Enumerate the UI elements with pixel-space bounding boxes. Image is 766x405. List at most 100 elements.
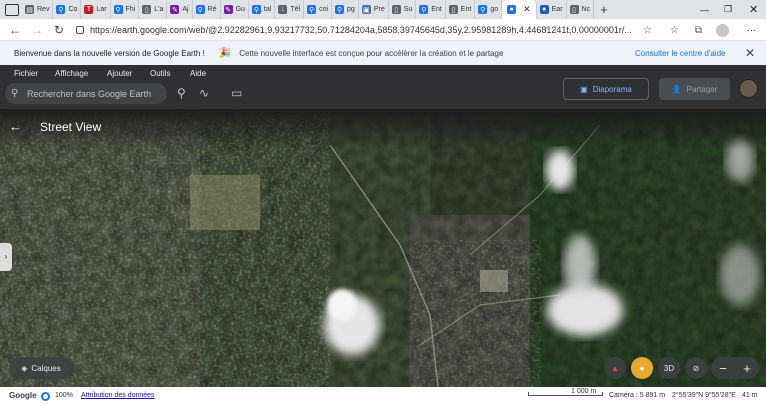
- tab-10[interactable]: ⚲ coi: [304, 0, 333, 19]
- tab-label: Tél: [290, 6, 301, 13]
- more-menu-icon[interactable]: ···: [745, 24, 758, 37]
- menu-affichage[interactable]: Affichage: [55, 69, 88, 78]
- tab-5[interactable]: ✎ Aj: [167, 0, 193, 19]
- banner-close-icon[interactable]: ✕: [745, 46, 755, 60]
- layers-button[interactable]: ◈ Calques: [9, 357, 73, 379]
- tab-strip: ▤ Rev ⚲ Co T Lar ⚲ Fhi ▯ L'a ✎ Aj ⚲ Ré ✎ Gu ⚲ tal ↓ Tél ⚲ coi…: [0, 0, 766, 19]
- view-3d-label: 3D: [663, 363, 675, 373]
- search-icon: ⚲: [419, 5, 429, 14]
- pegman-icon[interactable]: ●: [631, 357, 653, 379]
- back-arrow-icon[interactable]: ←: [4, 23, 26, 37]
- new-tab-plus-icon[interactable]: +: [600, 2, 608, 17]
- menu-fichier[interactable]: Fichier: [14, 69, 38, 78]
- collections-icon[interactable]: ⧉: [692, 24, 705, 37]
- search-icon: ⚲: [56, 5, 66, 14]
- close-window-icon[interactable]: ✕: [749, 0, 758, 19]
- help-center-link[interactable]: Consulter le centre d'aide: [635, 49, 725, 58]
- doc-icon: ▯: [391, 5, 401, 14]
- tab-11[interactable]: ⚲ pg: [332, 0, 359, 19]
- earth-app: Fichier Affichage Ajouter Outils Aide ⚲ …: [0, 65, 766, 405]
- tab-label: go: [490, 6, 499, 13]
- favorite-star-icon[interactable]: ☆: [641, 24, 654, 37]
- menu-aide[interactable]: Aide: [190, 69, 206, 78]
- attribution-link[interactable]: Attribution des données: [81, 392, 155, 399]
- add-person-icon: 👤: [671, 84, 682, 94]
- menu-ajouter[interactable]: Ajouter: [107, 69, 132, 78]
- tab-1[interactable]: ⚲ Co: [53, 0, 82, 19]
- tab-12[interactable]: ▣ Pre: [359, 0, 389, 19]
- tab-3[interactable]: ⚲ Fhi: [111, 0, 140, 19]
- tab-6[interactable]: ⚲ Ré: [193, 0, 221, 19]
- side-panel-toggle[interactable]: ›: [0, 243, 12, 271]
- window-menu-icon[interactable]: [5, 3, 19, 16]
- tab-2[interactable]: T Lar: [81, 0, 111, 19]
- tab-label: Ear: [551, 6, 563, 13]
- search-icon: ⚲: [195, 5, 205, 14]
- tab-label: tal: [263, 6, 272, 13]
- close-tab-icon[interactable]: ✕: [523, 4, 531, 15]
- zoom-in-icon[interactable]: +: [743, 361, 751, 376]
- tab-label: coi: [319, 6, 329, 13]
- layers-icon: ◈: [21, 363, 28, 373]
- tab-9[interactable]: ↓ Tél: [275, 0, 305, 19]
- profile-avatar[interactable]: [716, 24, 729, 37]
- brush-icon: ✎: [223, 5, 233, 14]
- tab-14[interactable]: ⚲ Ent: [416, 0, 446, 19]
- view-3d-button[interactable]: 3D: [658, 357, 680, 379]
- account-avatar[interactable]: [739, 79, 758, 98]
- tab-0[interactable]: ▤ Rev: [22, 0, 54, 19]
- tab-label: Fhi: [125, 6, 136, 13]
- tabs: ▤ Rev ⚲ Co T Lar ⚲ Fhi ▯ L'a ✎ Aj ⚲ Ré ✎ Gu ⚲ tal ↓ Tél ⚲ coi…: [22, 0, 595, 19]
- page-icon: ▤: [25, 5, 34, 14]
- url-field[interactable]: https://earth.google.com/web/@2.92282961…: [76, 22, 631, 38]
- google-logo-text: Google: [9, 391, 37, 400]
- camera-altitude: Caméra : 5 891 m: [609, 392, 666, 399]
- tab-13[interactable]: ▯ Su: [389, 0, 417, 19]
- maximize-icon[interactable]: ❐: [724, 0, 732, 19]
- tab-8[interactable]: ⚲ tal: [249, 0, 276, 19]
- search-icon: ⚲: [11, 88, 19, 99]
- tab-label: Ent: [460, 6, 472, 13]
- party-popper-icon: 🎉: [218, 47, 232, 59]
- tab-4[interactable]: ▯ L'a: [139, 0, 168, 19]
- menu-bar: Fichier Affichage Ajouter Outils Aide ⚲ …: [0, 65, 766, 109]
- tab-label: Ré: [207, 6, 217, 13]
- loading-ring-icon: [41, 392, 50, 401]
- browser-window: ▤ Rev ⚲ Co T Lar ⚲ Fhi ▯ L'a ✎ Aj ⚲ Ré ✎ Gu ⚲ tal ↓ Tél ⚲ coi…: [0, 0, 766, 405]
- tab-19[interactable]: ▯ Nc: [567, 0, 595, 19]
- status-bar: Google 100% Attribution des données 1 00…: [0, 387, 766, 405]
- favorites-icon[interactable]: ☆: [668, 24, 681, 37]
- tab-label: Lar: [96, 6, 107, 13]
- tab-16[interactable]: ⚲ go: [475, 0, 503, 19]
- forward-arrow-icon[interactable]: →: [26, 23, 48, 37]
- menu-outils[interactable]: Outils: [150, 69, 170, 78]
- search-placeholder: Rechercher dans Google Earth: [27, 88, 152, 99]
- tab-17[interactable]: ● ✕: [502, 0, 537, 19]
- ruler-icon[interactable]: ▭: [231, 86, 242, 100]
- zoom-out-icon[interactable]: −: [719, 361, 727, 376]
- tilt-toggle-icon[interactable]: ⊘: [685, 357, 707, 379]
- earth-icon: ●: [539, 5, 549, 14]
- tab-label: Gu: [235, 6, 245, 13]
- partager-button[interactable]: 👤 Partager: [659, 78, 730, 100]
- tab-18[interactable]: ● Ear: [537, 0, 567, 19]
- diaporama-button[interactable]: ▣ Diaporama: [563, 78, 649, 100]
- place-pin-icon[interactable]: ⚲: [177, 86, 186, 100]
- compass-icon[interactable]: ▲: [604, 357, 626, 379]
- search-icon: ⚲: [335, 5, 345, 14]
- reload-icon[interactable]: ↻: [48, 23, 70, 37]
- slideshow-icon: ▣: [580, 84, 588, 94]
- lock-icon: [76, 25, 84, 34]
- tab-7[interactable]: ✎ Gu: [221, 0, 249, 19]
- url-text: https://earth.google.com/web/@2.92282961…: [90, 24, 631, 35]
- banner-welcome-text: Bienvenue dans la nouvelle version de Go…: [14, 48, 205, 58]
- back-arrow-icon[interactable]: ←: [9, 119, 22, 134]
- tab-label: Pre: [373, 6, 385, 13]
- coordinates: 2°55'39"N 9°55'28"E: [672, 392, 736, 399]
- minimize-icon[interactable]: —: [700, 0, 709, 19]
- search-box[interactable]: ⚲ Rechercher dans Google Earth: [5, 83, 167, 104]
- path-icon[interactable]: ∿: [199, 86, 209, 100]
- tab-15[interactable]: ▯ Ent: [446, 0, 476, 19]
- doc-icon: ▯: [569, 5, 579, 14]
- search-icon: ⚲: [307, 5, 317, 14]
